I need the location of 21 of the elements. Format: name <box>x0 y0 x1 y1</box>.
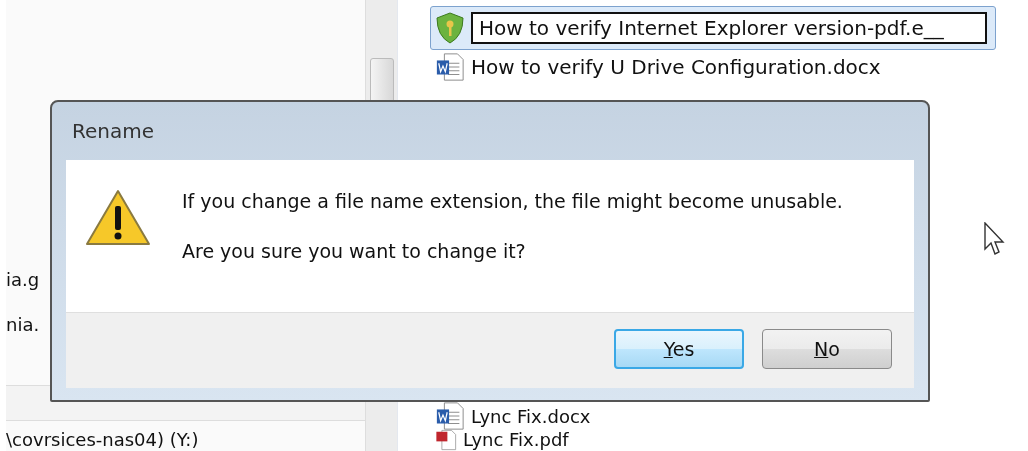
no-button[interactable]: No <box>762 328 892 369</box>
file-name: How to verify U Drive Configuration.docx <box>471 55 881 79</box>
file-name[interactable]: nia. <box>6 310 40 356</box>
dialog-message: If you change a file name extension, the file might become unusable. <box>182 190 843 212</box>
mouse-pointer-icon <box>984 222 1006 256</box>
file-row[interactable]: How to verify U Drive Configuration.docx <box>430 50 890 84</box>
file-name: Lync Fix.docx <box>471 405 591 427</box>
warning-icon <box>84 188 152 248</box>
file-row[interactable]: Lync Fix.pdf <box>430 428 578 451</box>
drive-label[interactable]: \covrsices-nas04) (Y:) <box>6 429 199 451</box>
file-row[interactable]: How to verify Internet Explorer version-pdf.e__ <box>430 6 996 50</box>
document-icon <box>435 401 465 431</box>
rename-field[interactable]: How to verify Internet Explorer version-pdf.e__ <box>471 12 987 44</box>
file-name[interactable]: ia.g <box>6 266 40 311</box>
dialog-question: Are you sure you want to change it? <box>182 240 526 262</box>
file-row[interactable]: Lync Fix.docx <box>430 404 600 428</box>
document-icon <box>435 52 465 82</box>
file-name: Lync Fix.pdf <box>463 429 569 450</box>
dialog-title: Rename <box>71 118 155 145</box>
shield-icon <box>435 12 465 44</box>
yes-button[interactable]: Yes <box>614 328 744 369</box>
